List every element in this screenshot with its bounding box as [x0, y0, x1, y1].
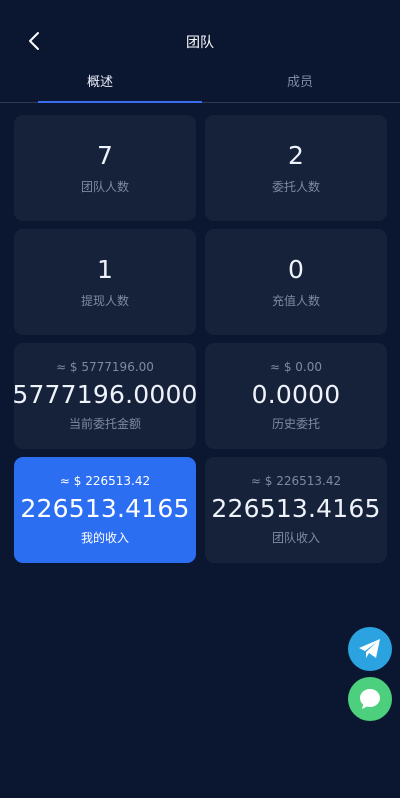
delegate-count-card: 2 委托人数: [205, 115, 387, 221]
withdraw-count-card: 1 提现人数: [14, 229, 196, 335]
tab-overview[interactable]: 概述: [0, 66, 202, 103]
history-delegation-amount: 0.0000: [251, 380, 341, 409]
delegate-count-value: 2: [288, 141, 304, 170]
recharge-count-value: 0: [288, 255, 304, 284]
team-income-card[interactable]: ≈ $ 226513.42 226513.4165 团队收入: [205, 457, 387, 563]
withdraw-count-label: 提现人数: [80, 294, 129, 308]
delegate-count-label: 委托人数: [271, 180, 320, 194]
chat-bubble-icon: [360, 689, 380, 709]
stats-grid: 7 团队人数 2 委托人数 1 提现人数 0 充值人数 ≈ $ 5777196.…: [12, 115, 387, 563]
recharge-count-card: 0 充值人数: [205, 229, 387, 335]
chat-button[interactable]: [348, 677, 392, 721]
withdraw-count-value: 1: [97, 255, 113, 284]
team-count-card: 7 团队人数: [14, 115, 196, 221]
page-title: 团队: [186, 35, 214, 51]
my-income-label: 我的收入: [80, 531, 129, 545]
my-income-approx: ≈ $ 226513.42: [59, 474, 151, 488]
my-income-amount: 226513.4165: [20, 494, 190, 523]
team-income-approx: ≈ $ 226513.42: [250, 474, 342, 488]
team-income-label: 团队收入: [271, 531, 320, 545]
history-delegation-card: ≈ $ 0.00 0.0000 历史委托: [205, 343, 387, 449]
tab-bar: 概述 成员: [0, 66, 400, 103]
current-delegation-amount: 5777196.0000: [12, 380, 198, 409]
telegram-icon: [359, 639, 380, 658]
recharge-count-label: 充值人数: [271, 294, 320, 308]
history-delegation-label: 历史委托: [271, 417, 320, 431]
team-count-label: 团队人数: [80, 180, 129, 194]
history-delegation-approx: ≈ $ 0.00: [269, 360, 323, 374]
current-delegation-label: 当前委托金额: [68, 417, 141, 431]
current-delegation-card: ≈ $ 5777196.00 5777196.0000 当前委托金额: [12, 343, 198, 449]
telegram-button[interactable]: [348, 627, 392, 671]
current-delegation-approx: ≈ $ 5777196.00: [56, 360, 154, 374]
team-count-value: 7: [97, 141, 113, 170]
team-income-amount: 226513.4165: [211, 494, 381, 523]
tab-members[interactable]: 成员: [200, 66, 400, 102]
my-income-card[interactable]: ≈ $ 226513.42 226513.4165 我的收入: [14, 457, 196, 563]
